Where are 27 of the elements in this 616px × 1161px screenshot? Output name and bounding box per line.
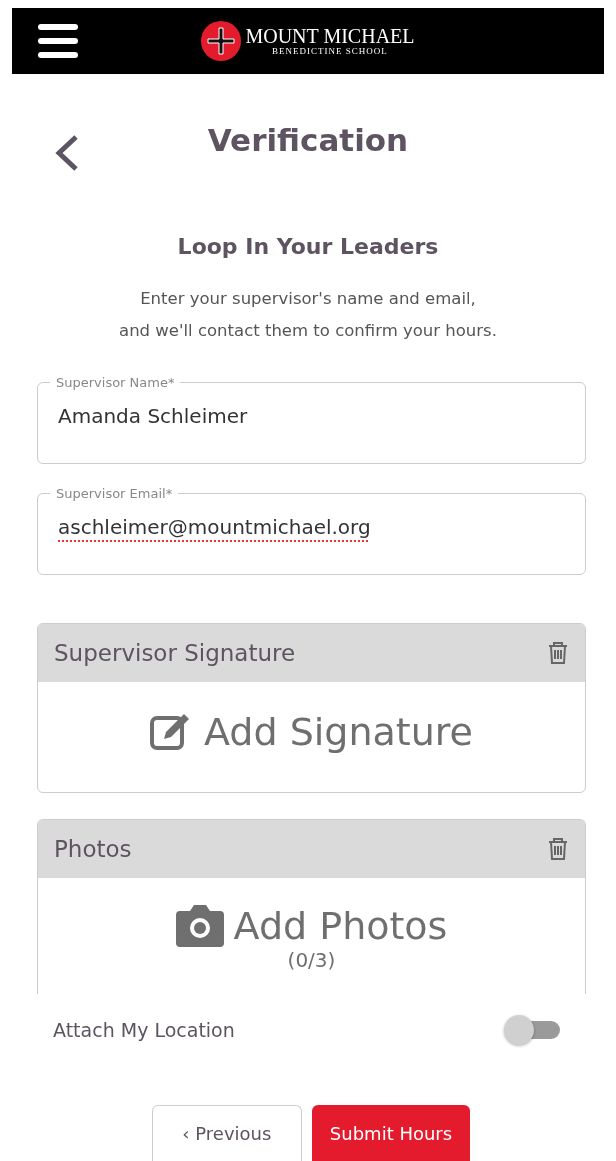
delete-button[interactable] [547, 837, 569, 861]
page-title: Verification [207, 122, 409, 158]
previous-button[interactable]: ‹ Previous [151, 1105, 302, 1161]
trash-icon [547, 641, 569, 665]
field-value: Amanda Schleimer [58, 403, 248, 430]
photo-count: (0/3) [287, 948, 336, 972]
location-label: Attach My Location [53, 1019, 235, 1041]
delete-button[interactable] [547, 641, 569, 665]
card-title: Supervisor Signature [54, 640, 296, 666]
cross-logo-icon [201, 21, 242, 61]
field-label: Supervisor Email* [55, 486, 174, 501]
add-button[interactable]: Add Signature [150, 710, 473, 754]
logo-subtitle: BENEDICTINE SCHOOL [272, 46, 388, 56]
text-field[interactable]: Supervisor Name* Amanda Schleimer [37, 375, 586, 464]
section-heading: Loop In Your Leaders [176, 234, 440, 259]
add-button[interactable]: Add Photos [175, 904, 448, 948]
field-value: aschleimer@mountmichael.org [58, 514, 371, 541]
text-field[interactable]: Supervisor Email* aschleimer@mountmichael.org [37, 486, 586, 575]
camera-icon [175, 905, 224, 947]
submit-button[interactable]: Submit Hours [311, 1105, 471, 1161]
menu-icon[interactable] [38, 24, 78, 58]
section-description: Enter your supervisor's name and email, and we'll contact them to confirm your hours. [118, 288, 498, 342]
logo-title: MOUNT MICHAEL [245, 26, 415, 46]
trash-icon [547, 837, 569, 861]
field-label: Supervisor Name* [55, 375, 176, 390]
card-title: Photos [54, 836, 132, 862]
location-toggle[interactable] [504, 1014, 562, 1046]
